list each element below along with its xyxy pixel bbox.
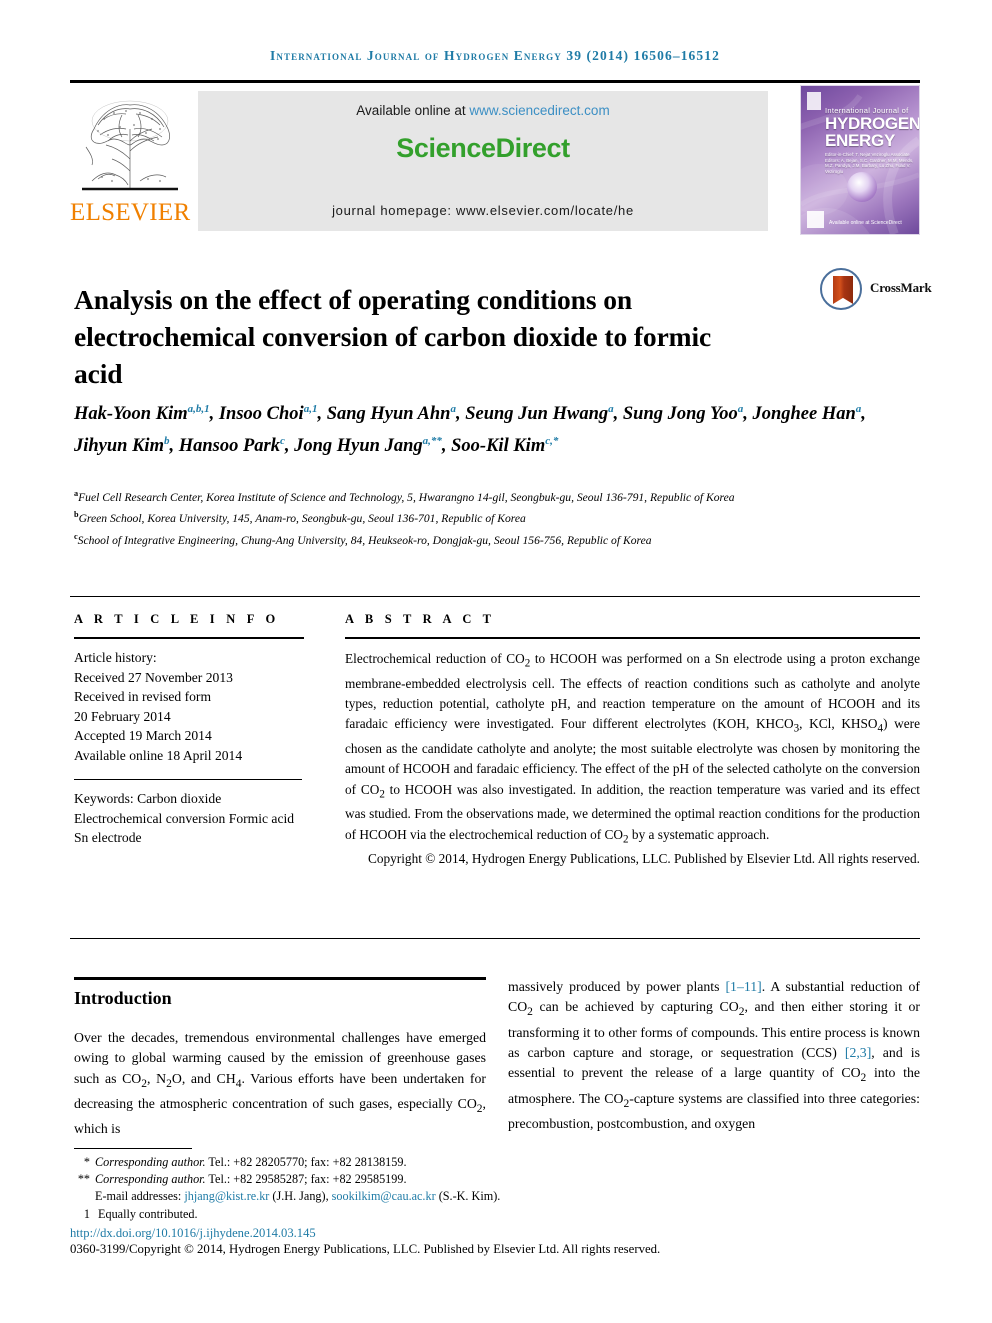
abstract-heading: A B S T R A C T xyxy=(345,612,496,626)
article-info-column: A R T I C L E I N F O Article history: R… xyxy=(74,612,304,848)
available-online-line: Available online at www.sciencedirect.co… xyxy=(198,103,768,118)
elsevier-wordmark: ELSEVIER xyxy=(70,199,191,226)
keywords-divider xyxy=(74,779,302,780)
introduction-left-column: Over the decades, tremendous environment… xyxy=(74,1030,486,1137)
article-info-heading: A R T I C L E I N F O xyxy=(74,612,280,626)
journal-homepage-line[interactable]: journal homepage: www.elsevier.com/locat… xyxy=(198,203,768,218)
footnote-corresponding-2: ** Corresponding author. Tel.: +82 295852… xyxy=(77,1172,407,1187)
sciencedirect-url-link[interactable]: www.sciencedirect.com xyxy=(469,103,609,118)
crossmark-icon xyxy=(820,268,862,310)
keyword-3: Sn electrode xyxy=(74,830,142,845)
keyword-0: Carbon dioxide xyxy=(137,791,222,806)
abstract-rule xyxy=(345,637,920,639)
cover-editors: Editor-in-Chief: T. Nejat Veziroglu Asso… xyxy=(825,152,914,174)
abstract-text: Electrochemical reduction of CO2 to HCOO… xyxy=(345,651,921,846)
history-item-0: Received 27 November 2013 xyxy=(74,669,233,685)
doi-link[interactable]: http://dx.doi.org/10.1016/j.ijhydene.201… xyxy=(70,1226,316,1241)
masthead: ELSEVIER Available online at www.science… xyxy=(70,80,920,238)
keywords-block: Keywords: Carbon dioxide Electrochemical… xyxy=(74,789,304,848)
footnote-equal-contribution: 1 Equally contributed. xyxy=(83,1206,198,1221)
introduction-top-rule xyxy=(74,977,486,980)
affiliation-list: aFuel Cell Research Center, Korea Instit… xyxy=(74,489,735,547)
keyword-1: Electrochemical conversion xyxy=(74,810,226,826)
available-online-label: Available online at xyxy=(356,103,470,118)
footnote-block: * Corresponding author. Tel.: +82 2820577… xyxy=(74,1154,924,1223)
abstract-copyright: Copyright © 2014, Hydrogen Energy Public… xyxy=(367,851,920,867)
sciencedirect-wordmark: ScienceDirect xyxy=(396,133,570,163)
crossmark-label: CrossMark xyxy=(870,280,932,295)
issn-copyright-line: 0360-3199/Copyright © 2014, Hydrogen Ene… xyxy=(70,1242,661,1256)
info-section-top-rule xyxy=(70,596,920,597)
history-item-2: 20 February 2014 xyxy=(74,708,171,724)
introduction-right-column: massively produced by power plants [1–11… xyxy=(508,979,920,1131)
cover-line-2: HYDROGEN xyxy=(825,114,920,133)
history-item-1: Received in revised form xyxy=(74,689,212,704)
info-section-bottom-rule xyxy=(70,938,920,939)
keyword-2: Formic acid xyxy=(228,810,295,826)
cover-sciencedirect-badge: Available online at ScienceDirect xyxy=(829,220,902,226)
footnote-emails[interactable]: E-mail addresses: jhjang@kist.re.kr (J.H… xyxy=(74,1188,924,1205)
footnote-corresponding-1: * Corresponding author. Tel.: +82 2820577… xyxy=(83,1155,407,1169)
abstract-column: A B S T R A C T Electrochemical reductio… xyxy=(345,612,920,870)
cover-publisher-mark xyxy=(807,92,821,110)
cover-orb-graphic xyxy=(847,172,877,202)
journal-cover-thumbnail: International Journal of HYDROGEN ENERGY… xyxy=(800,85,920,235)
footnote-rule xyxy=(74,1148,192,1149)
article-history-label: Article history: xyxy=(74,650,157,665)
elsevier-tree-icon xyxy=(82,100,178,191)
keywords-label: Keywords: xyxy=(74,791,134,806)
history-item-3: Accepted 19 March 2014 xyxy=(74,728,212,743)
introduction-heading: Introduction xyxy=(74,988,172,1008)
article-info-rule xyxy=(74,637,304,639)
cover-line-3: ENERGY xyxy=(825,131,895,150)
crossmark-book-shape xyxy=(833,276,853,304)
cover-badge-mark xyxy=(807,211,824,228)
sciencedirect-banner: Available online at www.sciencedirect.co… xyxy=(198,91,768,231)
elsevier-logo: ELSEVIER xyxy=(70,89,190,234)
history-item-4: Available online 18 April 2014 xyxy=(74,747,243,763)
journal-article-page: International Journal of Hydrogen Energy… xyxy=(0,0,992,1323)
article-history-block: Article history: Received 27 November 20… xyxy=(74,648,304,765)
page-title: Analysis on the effect of operating cond… xyxy=(74,284,712,390)
running-head: International Journal of Hydrogen Energy… xyxy=(270,48,720,63)
crossmark-badge[interactable]: CrossMark xyxy=(820,268,932,318)
author-list: Hak-Yoon Kima,b,1, Insoo Choia,1, Sang H… xyxy=(74,403,866,457)
